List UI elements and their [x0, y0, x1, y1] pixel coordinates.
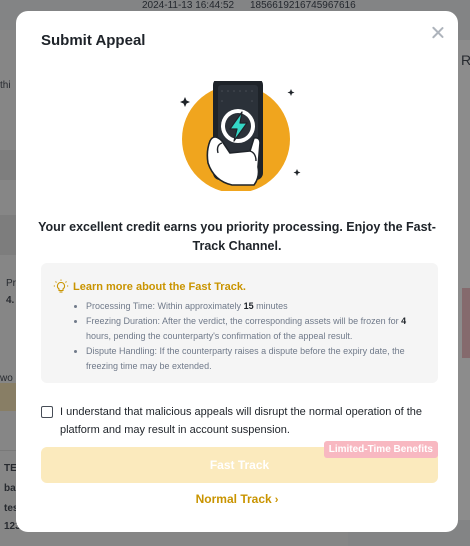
info-title-link[interactable]: Learn more about the Fast Track.: [73, 281, 246, 293]
fast-track-info-box: Learn more about the Fast Track. Process…: [41, 263, 438, 383]
normal-track-label: Normal Track: [195, 492, 272, 506]
agreement-text[interactable]: I understand that malicious appeals will…: [60, 403, 436, 439]
submit-appeal-modal: Submit Appeal Your excellent credit earn…: [16, 11, 458, 532]
fast-track-label: Fast Track: [209, 458, 270, 472]
normal-track-link[interactable]: Normal Track ›: [16, 492, 458, 506]
lightning-phone-illustration: [180, 81, 301, 191]
agreement-row[interactable]: I understand that malicious appeals will…: [41, 403, 436, 439]
modal-title: Submit Appeal: [41, 32, 146, 49]
chevron-right-icon: ›: [274, 494, 279, 506]
info-item-freezing-duration: Freezing Duration: After the verdict, th…: [86, 314, 431, 344]
info-item-dispute-handling: Dispute Handling: If the counterparty ra…: [86, 344, 431, 374]
info-list: Processing Time: Within approximately 15…: [71, 299, 431, 374]
info-header: Learn more about the Fast Track.: [53, 279, 246, 295]
lightbulb-icon: [53, 279, 69, 293]
info-item-processing-time: Processing Time: Within approximately 15…: [86, 299, 431, 314]
priority-headline: Your excellent credit earns you priority…: [38, 220, 436, 253]
close-icon[interactable]: [428, 23, 448, 43]
limited-time-badge: Limited-Time Benefits: [323, 441, 438, 458]
agreement-checkbox[interactable]: [41, 406, 53, 418]
fast-track-button[interactable]: Fast Track Limited-Time Benefits: [41, 441, 438, 483]
